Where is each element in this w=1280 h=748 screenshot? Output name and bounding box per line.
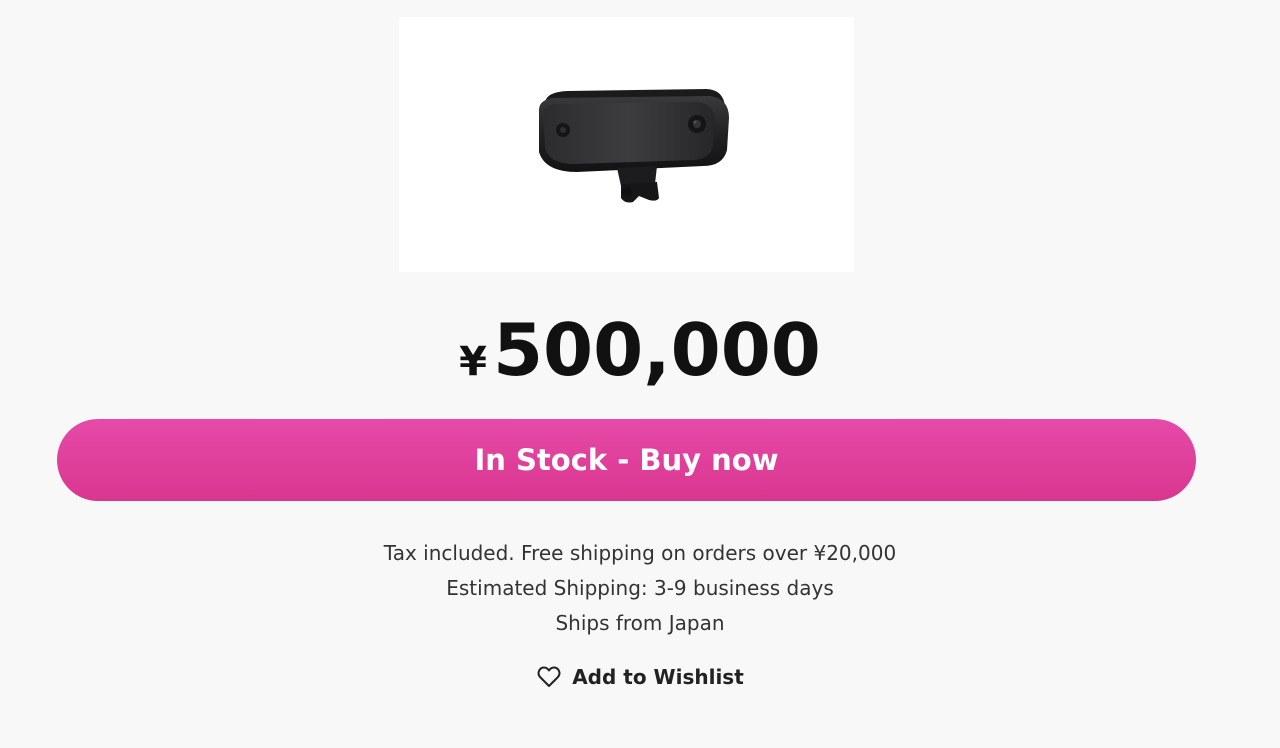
buy-now-button[interactable]: In Stock - Buy now [57,419,1196,501]
price-amount: 500,000 [492,308,821,392]
shipping-info: Tax included. Free shipping on orders ov… [0,536,1280,641]
tax-info-text: Tax included. Free shipping on orders ov… [383,541,897,565]
camera-device-image [538,88,729,202]
product-page: ¥ 500,000 In Stock - Buy now Tax include… [0,0,1280,748]
product-image[interactable] [399,17,854,272]
shipping-estimate-text: Estimated Shipping: 3-9 business days [446,576,834,600]
wishlist-label: Add to Wishlist [572,665,744,689]
price-currency: ¥ [459,339,487,385]
heart-outline-icon [536,664,562,690]
add-to-wishlist-button[interactable]: Add to Wishlist [536,664,744,690]
price: ¥ 500,000 [0,308,1280,392]
wishlist-row: Add to Wishlist [0,664,1280,690]
ships-from-text: Ships from Japan [555,611,725,635]
